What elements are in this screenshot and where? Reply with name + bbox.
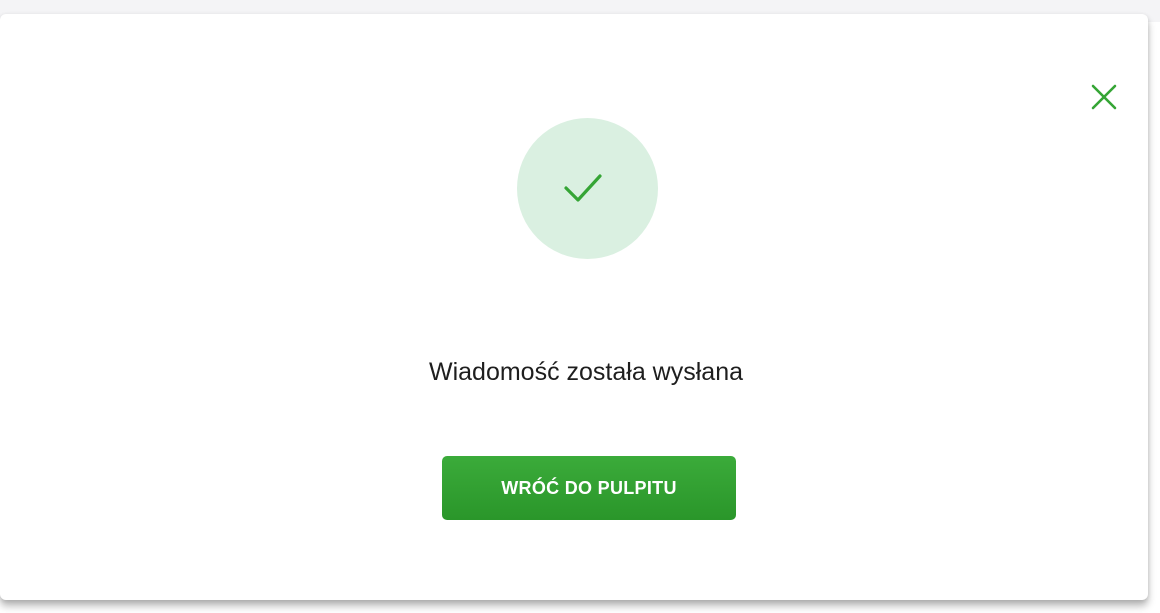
close-button[interactable] xyxy=(1089,82,1119,112)
page: Wiadomość została wysłana WRÓĆ DO PULPIT… xyxy=(0,0,1160,613)
confirmation-modal: Wiadomość została wysłana WRÓĆ DO PULPIT… xyxy=(0,14,1148,600)
checkmark-icon xyxy=(564,174,602,202)
back-to-dashboard-button[interactable]: WRÓĆ DO PULPITU xyxy=(442,456,736,520)
close-icon xyxy=(1091,84,1117,110)
success-message: Wiadomość została wysłana xyxy=(428,358,743,386)
success-status xyxy=(517,118,658,259)
